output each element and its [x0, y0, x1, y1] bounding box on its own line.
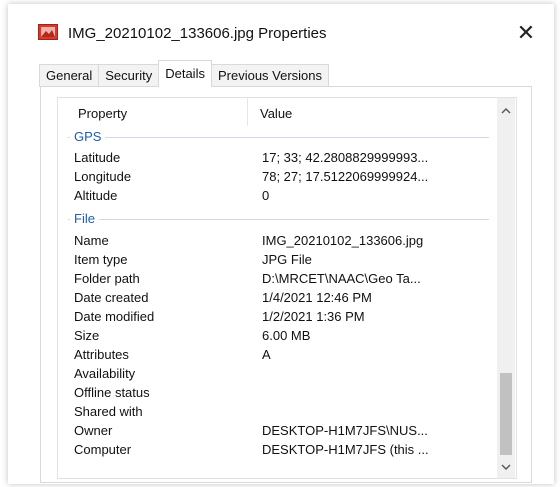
property-value: JPG File: [262, 252, 312, 267]
property-name: Longitude: [74, 169, 132, 184]
property-name: Altitude: [74, 188, 118, 203]
property-value: 1/2/2021 1:36 PM: [262, 309, 365, 324]
table-row[interactable]: Attributes A: [58, 346, 497, 365]
table-row[interactable]: Date modified 1/2/2021 1:36 PM: [58, 308, 497, 327]
property-name: Offline status: [74, 385, 150, 400]
table-row[interactable]: Shared with: [58, 403, 497, 422]
window-title: IMG_20210102_133606.jpg Properties: [68, 25, 327, 42]
table-row[interactable]: Item type JPG File: [58, 251, 497, 270]
table-row[interactable]: Offline status: [58, 384, 497, 403]
table-row[interactable]: Name IMG_20210102_133606.jpg: [58, 232, 497, 251]
property-name: Folder path: [74, 271, 140, 286]
table-row[interactable]: Date created 1/4/2021 12:46 PM: [58, 289, 497, 308]
tab-details[interactable]: Details: [158, 60, 212, 87]
property-name: Size: [74, 328, 100, 343]
group-label: File: [70, 211, 99, 226]
property-value: 1/4/2021 12:46 PM: [262, 290, 372, 305]
property-name: Owner: [74, 423, 113, 438]
property-name: Item type: [74, 252, 128, 267]
property-name: Name: [74, 233, 109, 248]
title-bar: IMG_20210102_133606.jpg Properties ✕: [8, 4, 554, 48]
property-name: Availability: [74, 366, 136, 381]
property-value: 78; 27; 17.5122069999924...: [262, 169, 429, 184]
column-divider[interactable]: [247, 98, 248, 126]
table-row[interactable]: Longitude 78; 27; 17.5122069999924...: [58, 168, 497, 187]
property-name: Shared with: [74, 404, 143, 419]
details-list[interactable]: Property Value GPS Latitude 17; 33; 42.2…: [57, 97, 517, 479]
properties-dialog: IMG_20210102_133606.jpg Properties ✕ Gen…: [8, 4, 554, 484]
group-divider: [68, 137, 489, 138]
scroll-up-button[interactable]: [497, 101, 515, 119]
property-name: Computer: [74, 442, 132, 457]
table-row[interactable]: Folder path D:\MRCET\NAAC\Geo Ta...: [58, 270, 497, 289]
property-value: 0: [262, 188, 270, 203]
property-value: IMG_20210102_133606.jpg: [262, 233, 424, 248]
group-header-gps[interactable]: GPS: [58, 129, 497, 145]
table-row[interactable]: Latitude 17; 33; 42.2808829999993...: [58, 149, 497, 168]
scrollbar-thumb[interactable]: [500, 373, 512, 455]
chevron-up-icon: [501, 107, 511, 113]
column-header-value[interactable]: Value: [260, 106, 292, 121]
property-value: DESKTOP-H1M7JFS\NUS...: [262, 423, 428, 438]
property-name: Date created: [74, 290, 149, 305]
property-value: D:\MRCET\NAAC\Geo Ta...: [262, 271, 421, 286]
property-name: Attributes: [74, 347, 129, 362]
group-header-file[interactable]: File: [58, 211, 497, 227]
column-header: Property Value: [58, 98, 497, 126]
group-divider: [68, 219, 489, 220]
chevron-down-icon: [501, 464, 511, 470]
property-value: DESKTOP-H1M7JFS (this ...: [262, 442, 429, 457]
table-row[interactable]: Size 6.00 MB: [58, 327, 497, 346]
tab-previous-versions[interactable]: Previous Versions: [210, 64, 330, 87]
property-name: Latitude: [74, 150, 121, 165]
column-header-property[interactable]: Property: [78, 106, 127, 121]
tab-general[interactable]: General: [39, 64, 100, 87]
image-file-icon: [38, 24, 58, 40]
property-value: A: [262, 347, 271, 362]
tab-security[interactable]: Security: [98, 64, 160, 87]
close-button[interactable]: ✕: [508, 18, 544, 48]
table-row[interactable]: Owner DESKTOP-H1M7JFS\NUS...: [58, 422, 497, 441]
group-label: GPS: [70, 129, 106, 144]
table-row[interactable]: Altitude 0: [58, 187, 497, 206]
vertical-scrollbar[interactable]: [497, 98, 515, 478]
property-value: 17; 33; 42.2808829999993...: [262, 150, 429, 165]
close-icon: ✕: [516, 20, 536, 45]
table-row[interactable]: Computer DESKTOP-H1M7JFS (this ...: [58, 441, 497, 460]
scroll-down-button[interactable]: [497, 458, 515, 476]
property-value: 6.00 MB: [262, 328, 311, 343]
details-panel: Property Value GPS Latitude 17; 33; 42.2…: [40, 86, 532, 483]
property-name: Date modified: [74, 309, 155, 324]
table-row[interactable]: Availability: [58, 365, 497, 384]
